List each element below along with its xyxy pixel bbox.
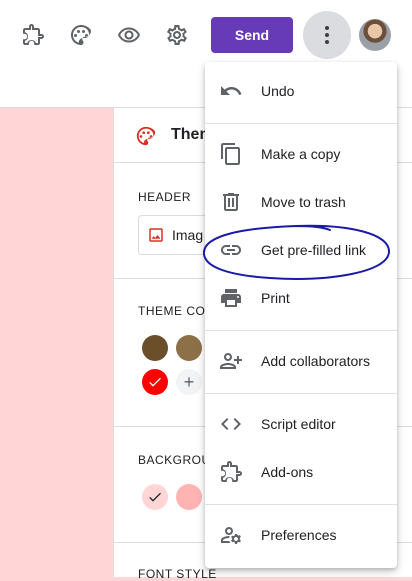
copy-icon	[219, 142, 243, 166]
menu-item-label: Add collaborators	[261, 353, 370, 369]
menu-item-label: Script editor	[261, 416, 336, 432]
theme-color-section-label: THEME COL	[138, 304, 213, 318]
menu-divider	[205, 123, 397, 124]
menu-item-preferences[interactable]: Preferences	[205, 515, 397, 555]
check-icon	[142, 484, 168, 510]
print-icon	[219, 286, 243, 310]
menu-item-get-pre-filled-link[interactable]: Get pre-filled link	[205, 230, 397, 270]
menu-item-add-ons[interactable]: Add-ons	[205, 452, 397, 492]
menu-item-label: Print	[261, 290, 290, 306]
theme-color-swatch-dark-brown[interactable]	[142, 335, 168, 361]
addons-puzzle-icon[interactable]	[20, 22, 46, 48]
more-options-menu: Undo Make a copy Move to trash Get pre-f…	[205, 62, 397, 568]
background-swatch-pink[interactable]	[176, 484, 202, 510]
menu-item-label: Make a copy	[261, 146, 341, 162]
theme-color-swatch-light-brown[interactable]	[176, 335, 202, 361]
header-section-label: HEADER	[138, 190, 192, 204]
background-swatch-light-pink-selected[interactable]	[142, 484, 168, 510]
menu-item-script-editor[interactable]: Script editor	[205, 404, 397, 444]
puzzle-icon	[219, 460, 243, 484]
image-icon	[149, 228, 163, 242]
menu-divider	[205, 504, 397, 505]
link-icon	[219, 238, 243, 262]
more-vert-icon	[325, 26, 329, 44]
font-style-section-label: FONT STYLE	[138, 567, 217, 581]
choose-image-label: Imag	[172, 227, 204, 243]
menu-item-label: Undo	[261, 83, 295, 99]
menu-item-make-a-copy[interactable]: Make a copy	[205, 134, 397, 174]
send-button[interactable]: Send	[211, 17, 293, 53]
menu-item-label: Move to trash	[261, 194, 346, 210]
gear-icon[interactable]	[164, 22, 190, 48]
palette-icon[interactable]	[68, 22, 94, 48]
add-collaborators-icon	[219, 349, 243, 373]
preferences-icon	[219, 523, 243, 547]
avatar[interactable]	[359, 19, 391, 51]
more-options-button[interactable]	[303, 11, 351, 59]
menu-item-move-to-trash[interactable]: Move to trash	[205, 182, 397, 222]
menu-item-add-collaborators[interactable]: Add collaborators	[205, 341, 397, 381]
check-icon	[142, 369, 168, 395]
menu-divider	[205, 393, 397, 394]
eye-icon[interactable]	[116, 22, 142, 48]
plus-icon: +	[183, 371, 195, 392]
menu-item-label: Add-ons	[261, 464, 314, 480]
theme-color-swatch-red-selected[interactable]	[142, 369, 168, 395]
menu-item-undo[interactable]: Undo	[205, 71, 397, 111]
palette-icon	[135, 125, 157, 147]
add-custom-color-button[interactable]: +	[176, 369, 202, 395]
menu-item-label: Preferences	[261, 527, 337, 543]
code-icon	[219, 412, 243, 436]
undo-icon	[219, 79, 243, 103]
menu-divider	[205, 330, 397, 331]
trash-icon	[219, 190, 243, 214]
menu-item-print[interactable]: Print	[205, 278, 397, 318]
menu-item-label: Get pre-filled link	[261, 242, 367, 258]
